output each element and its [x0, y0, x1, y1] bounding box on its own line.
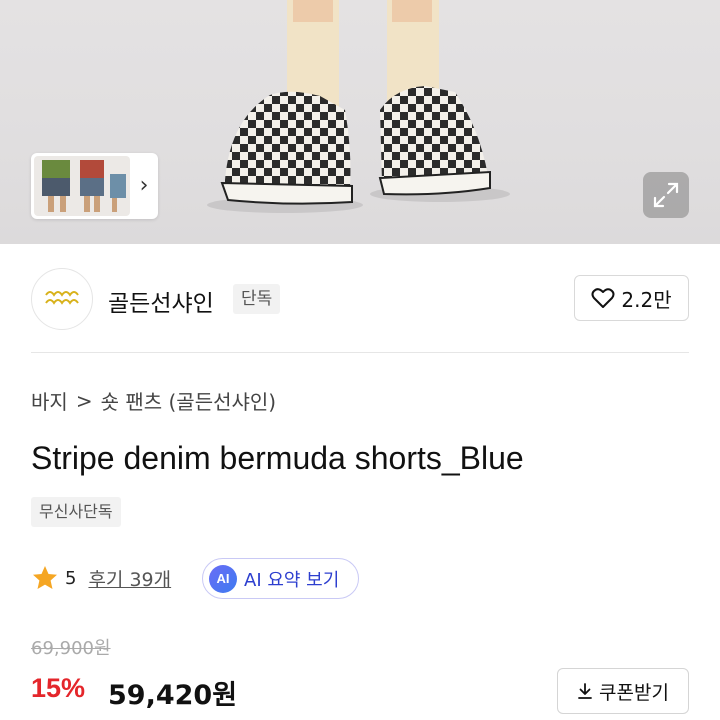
rating-row: 5 후기 39개	[31, 560, 171, 596]
product-hero-image[interactable]: ›	[0, 0, 720, 244]
exclusive-badge: 무신사단독	[31, 497, 121, 527]
review-count-link[interactable]: 후기 39개	[88, 565, 171, 592]
rating-score: 5	[65, 567, 77, 589]
breadcrumb-category[interactable]: 바지	[31, 386, 68, 415]
ai-summary-label: AI 요약 보기	[244, 569, 340, 591]
coupon-label: 쿠폰받기	[599, 681, 669, 704]
download-icon	[578, 683, 592, 699]
breadcrumb: 바지 > 숏 팬츠 (골든선샤인)	[31, 386, 276, 415]
ai-summary-button[interactable]: AI AI 요약 보기	[202, 558, 359, 599]
brand-logo[interactable]	[31, 268, 93, 330]
original-price: 69,900원	[31, 638, 111, 659]
like-button[interactable]: 2.2만	[574, 275, 689, 321]
breadcrumb-separator-icon: >	[75, 388, 93, 413]
star-icon	[33, 566, 57, 589]
right-shoe	[380, 86, 488, 182]
section-divider	[31, 352, 689, 353]
thumbnail-image[interactable]	[34, 156, 130, 216]
ai-badge-icon: AI	[209, 564, 237, 593]
heart-icon	[591, 288, 615, 308]
product-title: Stripe denim bermuda shorts_Blue	[31, 440, 524, 476]
left-shoe	[225, 91, 351, 190]
brand-logo-icon	[45, 291, 79, 305]
coupon-download-button[interactable]: 쿠폰받기	[557, 668, 689, 714]
expand-icon	[653, 182, 679, 208]
final-price: 59,420원	[108, 680, 238, 711]
expand-image-button[interactable]	[643, 172, 689, 218]
discount-rate: 15%	[31, 673, 86, 703]
brand-name[interactable]: 골든선샤인	[108, 284, 214, 318]
brand-exclusive-tag: 단독	[233, 284, 281, 314]
like-count: 2.2만	[621, 287, 672, 312]
breadcrumb-subcategory[interactable]: 숏 팬츠 (골든선샤인)	[101, 386, 277, 415]
thumbnail-next-arrow-icon[interactable]: ›	[134, 174, 154, 198]
